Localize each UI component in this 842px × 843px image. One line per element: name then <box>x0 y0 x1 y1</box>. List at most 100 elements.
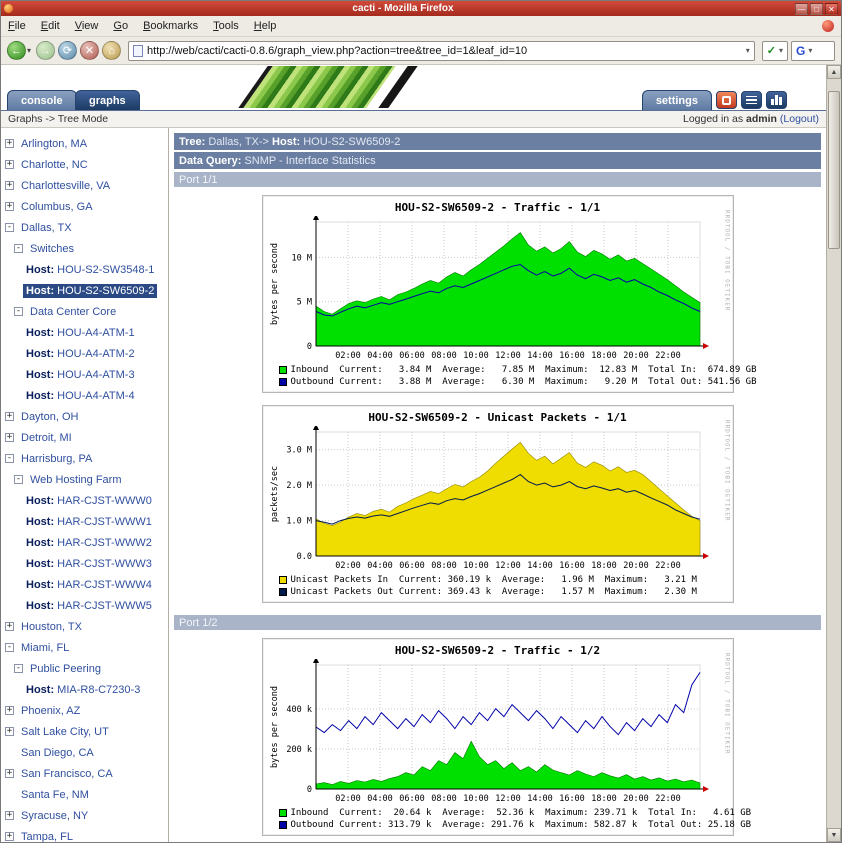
tree-branch-item[interactable]: + Phoenix, AZ <box>1 700 168 721</box>
tree-branch-item[interactable]: San Diego, CA <box>1 742 168 763</box>
tree-node-link[interactable]: Public Peering <box>30 663 101 675</box>
tree-node-link[interactable]: Houston, TX <box>21 621 82 633</box>
tree-node-link[interactable]: Arlington, MA <box>21 138 87 150</box>
tree-node-link[interactable]: Syracuse, NY <box>21 810 88 822</box>
host-link[interactable]: HAR-CJST-WWW5 <box>57 600 152 612</box>
tree-branch-item[interactable]: - Dallas, TX <box>1 217 168 238</box>
menu-go[interactable]: Go <box>113 20 128 32</box>
window-titlebar[interactable]: cacti - Mozilla Firefox — □ ✕ <box>1 1 841 16</box>
menu-help[interactable]: Help <box>254 20 277 32</box>
tree-branch-item[interactable]: - Switches <box>1 238 168 259</box>
host-link[interactable]: HAR-CJST-WWW0 <box>57 495 152 507</box>
minimize-button[interactable]: — <box>795 2 808 15</box>
forward-button[interactable]: → <box>36 41 56 60</box>
back-dropdown-icon[interactable]: ▾ <box>27 46 31 55</box>
tree-branch-item[interactable]: - Miami, FL <box>1 637 168 658</box>
view-mode-preview-button[interactable] <box>716 91 737 109</box>
tree-branch-item[interactable]: - Harrisburg, PA <box>1 448 168 469</box>
tree-node-link[interactable]: Web Hosting Farm <box>30 474 122 486</box>
scrollbar-track[interactable] <box>827 79 841 828</box>
host-link[interactable]: HOU-A4-ATM-2 <box>57 348 134 360</box>
tree-node-link[interactable]: San Diego, CA <box>21 747 94 759</box>
tree-node-link[interactable]: Salt Lake City, UT <box>21 726 109 738</box>
url-dropdown-icon[interactable]: ▾ <box>746 46 750 55</box>
tree-host-item[interactable]: Host: HAR-CJST-WWW2 <box>1 532 168 553</box>
collapse-icon[interactable]: - <box>5 223 14 232</box>
tree-branch-item[interactable]: - Public Peering <box>1 658 168 679</box>
collapse-icon[interactable]: - <box>5 643 14 652</box>
expand-icon[interactable]: + <box>5 706 14 715</box>
tree-branch-item[interactable]: + Dayton, OH <box>1 406 168 427</box>
tree-host-item[interactable]: Host: HOU-A4-ATM-1 <box>1 322 168 343</box>
tree-host-item[interactable]: Host: HAR-CJST-WWW3 <box>1 553 168 574</box>
expand-icon[interactable]: + <box>5 202 14 211</box>
scroll-up-icon[interactable]: ▲ <box>827 65 841 79</box>
tree-branch-item[interactable]: + Charlotte, NC <box>1 154 168 175</box>
tree-node-link[interactable]: Tampa, FL <box>21 831 73 843</box>
graph-panel[interactable]: HOU-S2-SW6509-2 - Traffic - 1/1 RRDTOOL /… <box>261 195 757 393</box>
expand-icon[interactable]: + <box>5 727 14 736</box>
tree-node-link[interactable]: Columbus, GA <box>21 201 93 213</box>
tree-branch-item[interactable]: + Tampa, FL <box>1 826 168 842</box>
expand-icon[interactable]: + <box>5 139 14 148</box>
url-text[interactable]: http://web/cacti/cacti-0.8.6/graph_view.… <box>147 45 742 57</box>
tree-node-link[interactable]: Santa Fe, NM <box>21 789 89 801</box>
tree-branch-item[interactable]: + Houston, TX <box>1 616 168 637</box>
vertical-scrollbar[interactable]: ▲ ▼ <box>826 65 841 842</box>
collapse-icon[interactable]: - <box>14 664 23 673</box>
tree-branch-item[interactable]: + Salt Lake City, UT <box>1 721 168 742</box>
expand-icon[interactable]: + <box>5 412 14 421</box>
tree-branch-item[interactable]: - Web Hosting Farm <box>1 469 168 490</box>
tree-node-link[interactable]: Harrisburg, PA <box>21 453 92 465</box>
back-button[interactable]: ← <box>7 41 26 60</box>
close-button[interactable]: ✕ <box>825 2 838 15</box>
tab-console[interactable]: console <box>7 90 77 110</box>
tree-node-link[interactable]: Data Center Core <box>30 306 116 318</box>
tree-node-link[interactable]: Dayton, OH <box>21 411 78 423</box>
menu-bookmarks[interactable]: Bookmarks <box>143 20 198 32</box>
collapse-icon[interactable]: - <box>14 244 23 253</box>
maximize-button[interactable]: □ <box>810 2 823 15</box>
menu-edit[interactable]: Edit <box>41 20 60 32</box>
tree-node-link[interactable]: Dallas, TX <box>21 222 72 234</box>
home-button[interactable]: ⌂ <box>102 41 122 60</box>
expand-icon[interactable]: + <box>5 769 14 778</box>
search-box[interactable]: G ▾ <box>791 40 835 61</box>
tree-branch-item[interactable]: + San Francisco, CA <box>1 763 168 784</box>
tree-branch-item[interactable]: Santa Fe, NM <box>1 784 168 805</box>
tree-host-item[interactable]: Host: HOU-S2-SW6509-2 <box>1 280 168 301</box>
tree-host-item[interactable]: Host: HOU-S2-SW3548-1 <box>1 259 168 280</box>
host-link[interactable]: HOU-A4-ATM-4 <box>57 390 134 402</box>
tree-branch-item[interactable]: + Syracuse, NY <box>1 805 168 826</box>
url-bar[interactable]: http://web/cacti/cacti-0.8.6/graph_view.… <box>128 40 755 61</box>
expand-icon[interactable]: + <box>5 160 14 169</box>
stop-button[interactable]: ✕ <box>80 41 100 60</box>
host-link[interactable]: HAR-CJST-WWW3 <box>57 558 152 570</box>
view-mode-tree-button[interactable] <box>766 91 787 109</box>
tree-host-item[interactable]: Host: MIA-R8-C7230-3 <box>1 679 168 700</box>
tree-node-link[interactable]: San Francisco, CA <box>21 768 113 780</box>
tree-node-link[interactable]: Switches <box>30 243 74 255</box>
tree-node-link[interactable]: Phoenix, AZ <box>21 705 80 717</box>
collapse-icon[interactable]: - <box>14 307 23 316</box>
host-link[interactable]: HOU-A4-ATM-3 <box>57 369 134 381</box>
tree-branch-item[interactable]: + Charlottesville, VA <box>1 175 168 196</box>
logout-link[interactable]: (Logout) <box>780 113 819 125</box>
tree-host-item[interactable]: Host: HAR-CJST-WWW1 <box>1 511 168 532</box>
go-button[interactable]: ✓ ▾ <box>761 40 788 61</box>
tree-branch-item[interactable]: + Columbus, GA <box>1 196 168 217</box>
expand-icon[interactable]: + <box>5 622 14 631</box>
scroll-down-icon[interactable]: ▼ <box>827 828 841 842</box>
reload-button[interactable]: ⟳ <box>58 41 78 60</box>
tree-host-item[interactable]: Host: HAR-CJST-WWW5 <box>1 595 168 616</box>
tree-node-link[interactable]: Charlotte, NC <box>21 159 88 171</box>
expand-icon[interactable]: + <box>5 433 14 442</box>
tree-host-item[interactable]: Host: HAR-CJST-WWW0 <box>1 490 168 511</box>
tree-host-item[interactable]: Host: HOU-A4-ATM-4 <box>1 385 168 406</box>
host-link[interactable]: HAR-CJST-WWW1 <box>57 516 152 528</box>
expand-icon[interactable]: + <box>5 811 14 820</box>
tab-settings[interactable]: settings <box>641 90 712 110</box>
tree-host-item[interactable]: Host: HAR-CJST-WWW4 <box>1 574 168 595</box>
breadcrumb[interactable]: Graphs -> Tree Mode <box>8 113 108 125</box>
rrd-graph-image[interactable]: 0 200 k 400 k 02:00 04:00 06:00 08:00 10:00 12:0… <box>266 659 730 807</box>
